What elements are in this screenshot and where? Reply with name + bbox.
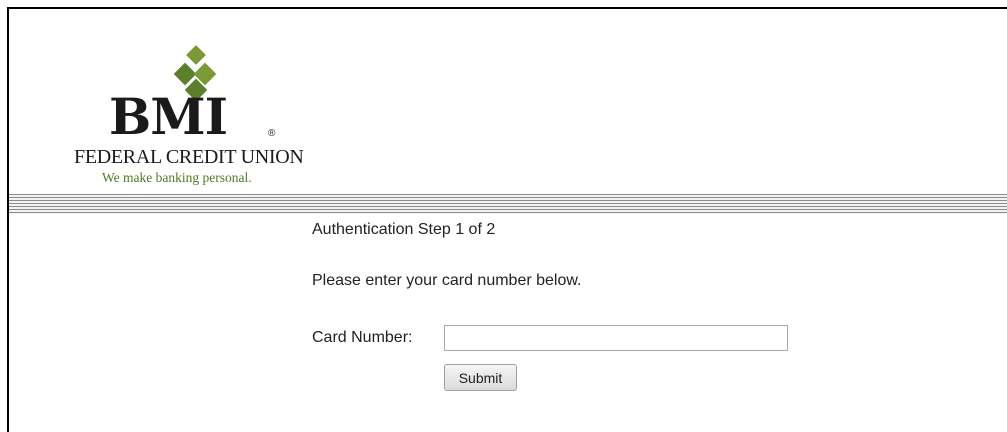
logo-tagline: We make banking personal.	[102, 170, 252, 185]
logo-name-text: FEDERAL CREDIT UNION	[74, 146, 304, 168]
auth-instruction: Please enter your card number below.	[312, 272, 582, 289]
card-number-input[interactable]	[444, 325, 788, 351]
auth-step-text: Authentication Step 1 of 2	[312, 221, 496, 238]
registered-mark: ®	[268, 128, 276, 139]
header-divider	[9, 194, 1007, 214]
bmi-logo: BMI ® FEDERAL CREDIT UNION We make banki…	[74, 44, 314, 194]
submit-button[interactable]: Submit	[444, 364, 517, 391]
logo-brand-text: BMI	[109, 87, 228, 146]
card-number-label: Card Number:	[312, 329, 413, 346]
page-frame: BMI ® FEDERAL CREDIT UNION We make banki…	[7, 7, 1007, 432]
